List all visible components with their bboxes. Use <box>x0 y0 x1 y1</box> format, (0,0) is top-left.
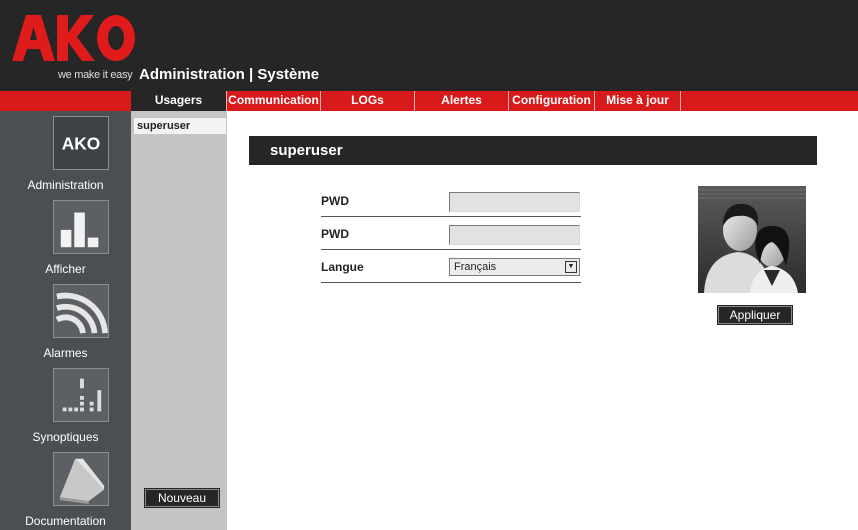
nav-item-afficher[interactable]: Afficher <box>0 200 131 284</box>
tab-usagers[interactable]: Usagers <box>131 91 227 111</box>
nav-label: Synoptiques <box>32 430 99 444</box>
svg-text:AKO: AKO <box>62 134 101 154</box>
apply-button[interactable]: Appliquer <box>717 305 793 325</box>
nav-label: Alarmes <box>43 346 88 360</box>
chevron-down-icon[interactable]: ▼ <box>565 261 577 273</box>
user-list-item[interactable]: superuser <box>134 118 226 134</box>
language-row: Langue Français ▼ <box>321 250 581 283</box>
nav-item-documentation[interactable]: Documentation <box>0 452 131 530</box>
tab-logs[interactable]: LOGs <box>321 91 415 111</box>
bar-chart-icon <box>53 200 109 254</box>
app-header: we make it easy Administration | Système <box>0 0 858 91</box>
ako-logo-icon: AKO <box>53 116 109 170</box>
nav-item-alarmes[interactable]: Alarmes <box>0 284 131 368</box>
nav-label: Documentation <box>25 514 106 528</box>
tab-alertes[interactable]: Alertes <box>415 91 509 111</box>
left-nav: AKO Administration Afficher Alarmes Syno… <box>0 111 131 530</box>
language-value: Français <box>454 261 497 273</box>
nav-item-administration[interactable]: AKO Administration <box>0 116 131 200</box>
password-field[interactable] <box>449 192 580 212</box>
nav-item-synoptiques[interactable]: Synoptiques <box>0 368 131 452</box>
password-label: PWD <box>321 194 349 208</box>
nav-label: Afficher <box>45 262 86 276</box>
ako-logo <box>12 15 135 61</box>
password-confirm-row: PWD <box>321 217 581 250</box>
password-row: PWD <box>321 184 581 217</box>
tab-configuration[interactable]: Configuration <box>509 91 595 111</box>
language-label: Langue <box>321 260 364 274</box>
language-select[interactable]: Français ▼ <box>449 258 580 276</box>
tagline: we make it easy <box>58 69 133 81</box>
tab-mise-a-jour[interactable]: Mise à jour <box>595 91 681 111</box>
page-title: Administration | Système <box>139 66 320 83</box>
tab-communication[interactable]: Communication <box>227 91 321 111</box>
nav-label: Administration <box>27 178 104 192</box>
tab-bar: Usagers Communication LOGs Alertes Confi… <box>0 91 858 111</box>
user-panel-title: superuser <box>249 136 817 165</box>
users-avatar-icon <box>698 186 806 293</box>
book-icon <box>53 452 109 506</box>
alarm-waves-icon <box>53 284 109 338</box>
password-confirm-label: PWD <box>321 227 349 241</box>
user-list: superuser Nouveau <box>131 111 227 530</box>
new-user-button[interactable]: Nouveau <box>144 488 220 508</box>
password-confirm-field[interactable] <box>449 225 580 245</box>
synoptic-icon <box>53 368 109 422</box>
